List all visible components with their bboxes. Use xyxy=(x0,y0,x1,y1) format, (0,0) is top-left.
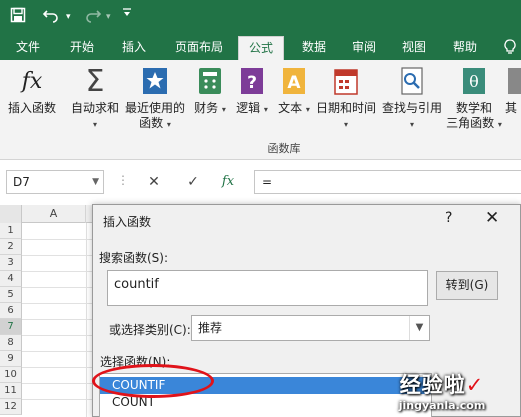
watermark-logo: 经验啦✓ xyxy=(399,373,485,397)
lookup-reference-button[interactable]: 查找与引用 ▾ xyxy=(380,64,444,132)
tab-review[interactable]: 审阅 xyxy=(342,34,386,60)
star-icon xyxy=(140,64,170,98)
formula-bar-divider: ⋮ xyxy=(117,173,129,187)
fx-icon: fx xyxy=(21,68,43,94)
row-header[interactable]: 1 xyxy=(0,223,22,239)
text-label: 文本 ▾ xyxy=(278,101,310,115)
name-box[interactable]: D7 ▼ xyxy=(6,170,104,194)
goto-button[interactable]: 转到(G) xyxy=(436,271,498,300)
row-header[interactable]: 4 xyxy=(0,271,22,287)
tab-formulas[interactable]: 公式 xyxy=(238,36,284,60)
financial-button[interactable]: 财务 ▾ xyxy=(192,64,228,117)
autosum-button[interactable]: Σ 自动求和 ▾ xyxy=(68,64,122,132)
cancel-icon[interactable]: ✕ xyxy=(143,172,165,192)
category-value: 推荐 xyxy=(198,321,223,335)
undo-dropdown-icon[interactable]: ▾ xyxy=(66,7,71,27)
tab-page-layout[interactable]: 页面布局 xyxy=(166,34,232,60)
row-header[interactable]: 5 xyxy=(0,287,22,303)
tab-home[interactable]: 开始 xyxy=(60,34,104,60)
logic-icon: ? xyxy=(237,64,267,98)
customize-toolbar-icon[interactable] xyxy=(122,7,132,27)
function-library-group-label: 函数库 xyxy=(267,142,301,155)
svg-text:A: A xyxy=(287,73,301,93)
recently-used-label-1: 最近使用的 xyxy=(124,101,185,115)
finance-icon xyxy=(195,64,225,98)
chevron-down-icon[interactable]: ▼ xyxy=(92,171,99,193)
name-box-value: D7 xyxy=(13,175,30,189)
text-icon: A xyxy=(279,64,309,98)
tab-insert[interactable]: 插入 xyxy=(112,34,156,60)
date-time-label: 日期和时间 ▾ xyxy=(315,101,376,129)
dialog-title: 插入函数 xyxy=(103,215,152,229)
tab-file[interactable]: 文件 xyxy=(6,34,50,60)
financial-label: 财务 ▾ xyxy=(194,101,226,115)
sigma-icon: Σ xyxy=(85,63,105,99)
row-header-selected[interactable]: 7 xyxy=(0,319,22,335)
watermark-url: jingyanla.com xyxy=(398,399,486,412)
select-function-label: 选择函数(N): xyxy=(100,355,171,369)
more-icon xyxy=(507,64,521,98)
svg-text:θ: θ xyxy=(469,72,479,91)
row-header[interactable]: 10 xyxy=(0,367,22,383)
lookup-icon xyxy=(397,64,427,98)
chevron-down-icon[interactable]: ▼ xyxy=(409,316,429,340)
search-function-label: 搜索函数(S): xyxy=(99,251,169,265)
math-icon: θ xyxy=(459,64,489,98)
ribbon-formulas: fx 插入函数 Σ 自动求和 ▾ 最近使用的 函数 ▾ 财务 ▾ ? 逻辑 ▾ … xyxy=(0,60,521,160)
formula-bar: D7 ▼ ⋮ ✕ ✓ fx = xyxy=(0,165,521,199)
lookup-reference-label: 查找与引用 ▾ xyxy=(381,101,442,129)
row-header[interactable]: 8 xyxy=(0,335,22,351)
category-label: 或选择类别(C): xyxy=(109,323,191,337)
undo-icon[interactable] xyxy=(42,7,60,27)
watermark: 经验啦✓ jingyanla.com xyxy=(367,369,517,415)
title-bar: ▾ ▾ xyxy=(0,0,521,34)
select-all-corner[interactable] xyxy=(0,205,22,223)
more-functions-label: 其 xyxy=(505,101,518,115)
recently-used-button[interactable]: 最近使用的 函数 ▾ xyxy=(124,64,186,132)
calendar-icon xyxy=(331,64,361,98)
lightbulb-icon[interactable] xyxy=(500,34,520,60)
autosum-label: 自动求和 ▾ xyxy=(70,101,119,129)
row-header[interactable]: 3 xyxy=(0,255,22,271)
category-select[interactable]: 推荐 ▼ xyxy=(191,315,430,341)
row-header[interactable]: 2 xyxy=(0,239,22,255)
close-icon[interactable]: ✕ xyxy=(485,208,499,228)
row-header[interactable]: 11 xyxy=(0,383,22,399)
search-function-input[interactable]: countif xyxy=(107,270,428,306)
math-trig-label-1: 数学和 xyxy=(455,101,492,115)
svg-text:?: ? xyxy=(247,73,257,93)
more-functions-button[interactable]: 其 xyxy=(505,64,521,116)
ribbon-tabs: 文件 开始 插入 页面布局 公式 数据 审阅 视图 帮助 xyxy=(0,34,521,60)
text-button[interactable]: A 文本 ▾ xyxy=(276,64,312,117)
enter-icon[interactable]: ✓ xyxy=(182,172,204,192)
tab-view[interactable]: 视图 xyxy=(392,34,436,60)
math-trig-label-2: 三角函数 ▾ xyxy=(446,116,502,130)
insert-function-button[interactable]: fx 插入函数 xyxy=(6,64,58,116)
row-header[interactable]: 9 xyxy=(0,351,22,367)
logical-button[interactable]: ? 逻辑 ▾ xyxy=(234,64,270,117)
tab-help[interactable]: 帮助 xyxy=(443,34,487,60)
grid-line xyxy=(86,223,87,417)
tab-data[interactable]: 数据 xyxy=(292,34,336,60)
insert-function-label: 插入函数 xyxy=(7,101,56,115)
column-header[interactable]: A xyxy=(22,205,86,223)
redo-icon[interactable] xyxy=(84,7,102,27)
logical-label: 逻辑 ▾ xyxy=(236,101,268,115)
row-header[interactable]: 12 xyxy=(0,399,22,415)
date-time-button[interactable]: 日期和时间 ▾ xyxy=(314,64,378,132)
math-trig-button[interactable]: θ 数学和 三角函数 ▾ xyxy=(446,64,502,132)
recently-used-label-2: 函数 ▾ xyxy=(139,116,171,130)
redo-dropdown-icon[interactable]: ▾ xyxy=(106,7,111,27)
fx-icon[interactable]: fx xyxy=(217,172,239,192)
help-icon[interactable]: ? xyxy=(445,210,452,226)
row-header[interactable]: 6 xyxy=(0,303,22,319)
save-icon[interactable] xyxy=(10,7,26,27)
formula-input[interactable]: = xyxy=(254,170,521,194)
